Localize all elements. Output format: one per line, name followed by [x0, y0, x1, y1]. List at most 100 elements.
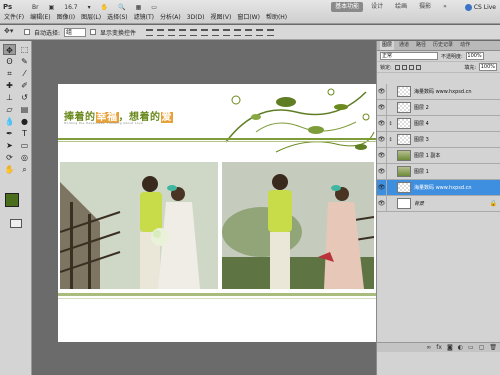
workspace-photography[interactable]: 摄影	[415, 2, 435, 12]
path-select-tool-icon[interactable]: ➤	[3, 140, 16, 151]
type-tool-icon[interactable]: T	[18, 128, 31, 139]
3d-rotate-tool-icon[interactable]: ⟳	[3, 152, 16, 163]
tab-actions[interactable]: 动作	[458, 41, 472, 50]
mini-bridge-button[interactable]: ▣	[47, 4, 57, 11]
layer-row[interactable]: 👁 图层 2	[377, 99, 500, 116]
folder-icon[interactable]: ▭	[468, 344, 474, 351]
menu-select[interactable]: 选择(S)	[106, 13, 129, 23]
visibility-eye-icon[interactable]: 👁	[377, 115, 387, 132]
menu-3d[interactable]: 3D(D)	[186, 13, 206, 23]
distribute-bottom-icon[interactable]	[234, 28, 242, 36]
quick-mask-button[interactable]	[10, 219, 22, 228]
adjustment-icon[interactable]: ◐	[458, 344, 463, 351]
menu-image[interactable]: 图像(I)	[56, 13, 76, 23]
fx-icon[interactable]: fx	[436, 344, 442, 351]
zoom-level[interactable]: 16.7	[62, 4, 79, 11]
workspace-painting[interactable]: 绘画	[391, 2, 411, 12]
hand-icon[interactable]: ✋	[99, 4, 110, 11]
visibility-eye-icon[interactable]: 👁	[377, 147, 387, 164]
lock-position-icon[interactable]	[408, 64, 414, 70]
3d-orbit-tool-icon[interactable]: ◎	[18, 152, 31, 163]
layer-row[interactable]: 👁 ↕ 图层 3	[377, 131, 500, 148]
blur-tool-icon[interactable]: 💧	[3, 116, 16, 127]
view-extras-button[interactable]: ▾	[86, 4, 93, 11]
menu-window[interactable]: 窗口(W)	[236, 13, 261, 23]
align-right-icon[interactable]	[201, 28, 209, 36]
shape-tool-icon[interactable]: ▭	[18, 140, 31, 151]
layer-row[interactable]: 👁 图层 1	[377, 163, 500, 180]
menu-edit[interactable]: 编辑(E)	[29, 13, 51, 23]
menu-view[interactable]: 视图(V)	[210, 13, 233, 23]
pen-tool-icon[interactable]: ✒	[3, 128, 16, 139]
distribute-top-icon[interactable]	[212, 28, 220, 36]
new-layer-icon[interactable]: ▢	[479, 344, 485, 351]
show-transform-checkbox[interactable]	[90, 29, 97, 35]
trash-icon[interactable]: 🗑	[489, 344, 497, 351]
distribute-right-icon[interactable]	[267, 28, 275, 36]
align-left-icon[interactable]	[179, 28, 187, 36]
auto-select-dropdown[interactable]: 组	[64, 27, 87, 37]
visibility-eye-icon[interactable]: 👁	[377, 195, 387, 212]
workspace-design[interactable]: 设计	[367, 2, 387, 12]
lasso-tool-icon[interactable]: ʘ	[3, 56, 16, 67]
healing-tool-icon[interactable]: ✚	[3, 80, 16, 91]
brush-tool-icon[interactable]: ✐	[18, 80, 31, 91]
tab-channels[interactable]: 通道	[397, 41, 411, 50]
canvas-area[interactable]: 捧着的幸福，想着的爱 Holding the Happiness, Thinki…	[33, 41, 376, 375]
clone-stamp-tool-icon[interactable]: ⊥	[3, 92, 16, 103]
menu-layer[interactable]: 图层(L)	[80, 13, 102, 23]
visibility-eye-icon[interactable]: 👁	[377, 163, 387, 180]
layer-row[interactable]: 👁 图层 1 副本	[377, 147, 500, 164]
hand-tool-icon[interactable]: ✋	[3, 164, 16, 175]
visibility-eye-icon[interactable]: 👁	[377, 131, 387, 148]
workspace-essentials[interactable]: 基本功能	[331, 2, 364, 12]
visibility-eye-icon[interactable]: 👁	[377, 99, 387, 116]
menu-help[interactable]: 帮助(H)	[265, 13, 288, 23]
layer-row[interactable]: 👁 海量数码 www.hxpsd.cn	[377, 83, 500, 100]
gradient-tool-icon[interactable]: ▤	[18, 104, 31, 115]
menu-file[interactable]: 文件(F)	[3, 13, 25, 23]
tool-preset-picker[interactable]: ✥▾	[4, 27, 20, 37]
distribute-left-icon[interactable]	[245, 28, 253, 36]
zoom-tool-icon[interactable]: ⌕	[18, 164, 31, 175]
bridge-button[interactable]: Br	[30, 4, 41, 11]
crop-tool-icon[interactable]: ⌗	[3, 68, 16, 79]
layer-row[interactable]: 👁 ↕ 图层 4	[377, 115, 500, 132]
distribute-vcenter-icon[interactable]	[223, 28, 231, 36]
quick-select-tool-icon[interactable]: ✎	[18, 56, 31, 67]
fill-field[interactable]: 100%	[479, 63, 497, 71]
eyedropper-tool-icon[interactable]: ⁄	[18, 68, 31, 79]
document-canvas[interactable]: 捧着的幸福，想着的爱 Holding the Happiness, Thinki…	[58, 84, 376, 342]
align-top-icon[interactable]	[146, 28, 154, 36]
visibility-eye-icon[interactable]: 👁	[377, 83, 387, 100]
lock-all-icon[interactable]	[415, 64, 421, 70]
foreground-color-swatch[interactable]	[5, 193, 19, 207]
align-bottom-icon[interactable]	[168, 28, 176, 36]
blend-mode-dropdown[interactable]: 正常	[380, 52, 438, 60]
marquee-tool-icon[interactable]: ⬚	[18, 44, 31, 55]
align-hcenter-icon[interactable]	[190, 28, 198, 36]
link-icon[interactable]: ∞	[426, 344, 431, 351]
align-vcenter-icon[interactable]	[157, 28, 165, 36]
opacity-field[interactable]: 100%	[465, 52, 484, 60]
menu-analysis[interactable]: 分析(A)	[159, 13, 182, 23]
tab-history[interactable]: 历史记录	[431, 41, 455, 50]
distribute-hcenter-icon[interactable]	[256, 28, 264, 36]
menu-filter[interactable]: 滤镜(T)	[133, 13, 155, 23]
layer-row-selected[interactable]: 👁 海量数码 www.hxpsd.cn	[377, 179, 500, 196]
mask-icon[interactable]: ◙	[447, 344, 453, 351]
auto-select-checkbox[interactable]	[24, 29, 30, 35]
layer-row-background[interactable]: 👁 背景 🔒	[377, 195, 500, 212]
tab-layers[interactable]: 图层	[380, 41, 395, 50]
eraser-tool-icon[interactable]: ▱	[3, 104, 16, 115]
workspace-more-icon[interactable]: »	[439, 2, 451, 12]
visibility-eye-icon[interactable]: 👁	[377, 179, 387, 196]
lock-transparency-icon[interactable]	[394, 64, 400, 70]
arrange-documents-button[interactable]: ▦	[134, 4, 144, 11]
lock-pixels-icon[interactable]	[401, 64, 407, 70]
screen-mode-button[interactable]: ▭	[149, 4, 159, 11]
cs-live-button[interactable]: CS Live	[464, 3, 496, 11]
tab-paths[interactable]: 路径	[414, 41, 428, 50]
move-tool-icon[interactable]: ✥	[3, 44, 16, 55]
history-brush-tool-icon[interactable]: ↺	[18, 92, 31, 103]
